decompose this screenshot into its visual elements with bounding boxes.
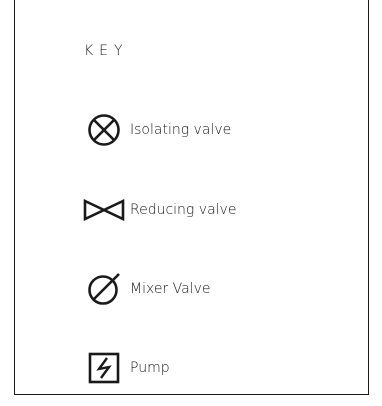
legend-label-mixer-valve: Mixer Valve [130,281,211,297]
key-title: KEY [84,43,129,59]
legend-label-isolating-valve: Isolating valve [130,122,232,138]
legend-label-reducing-valve: Reducing valve [130,202,237,218]
reducing-valve-icon [82,193,126,227]
legend-item-reducing-valve: Reducing valve [82,193,236,227]
legend-item-pump: Pump [82,351,170,385]
isolating-valve-icon [82,113,126,147]
legend-label-pump: Pump [130,360,170,376]
legend-item-mixer-valve: Mixer Valve [82,272,211,306]
mixer-valve-icon [82,272,126,306]
legend-item-isolating-valve: Isolating valve [82,113,231,147]
pump-icon [82,351,126,385]
